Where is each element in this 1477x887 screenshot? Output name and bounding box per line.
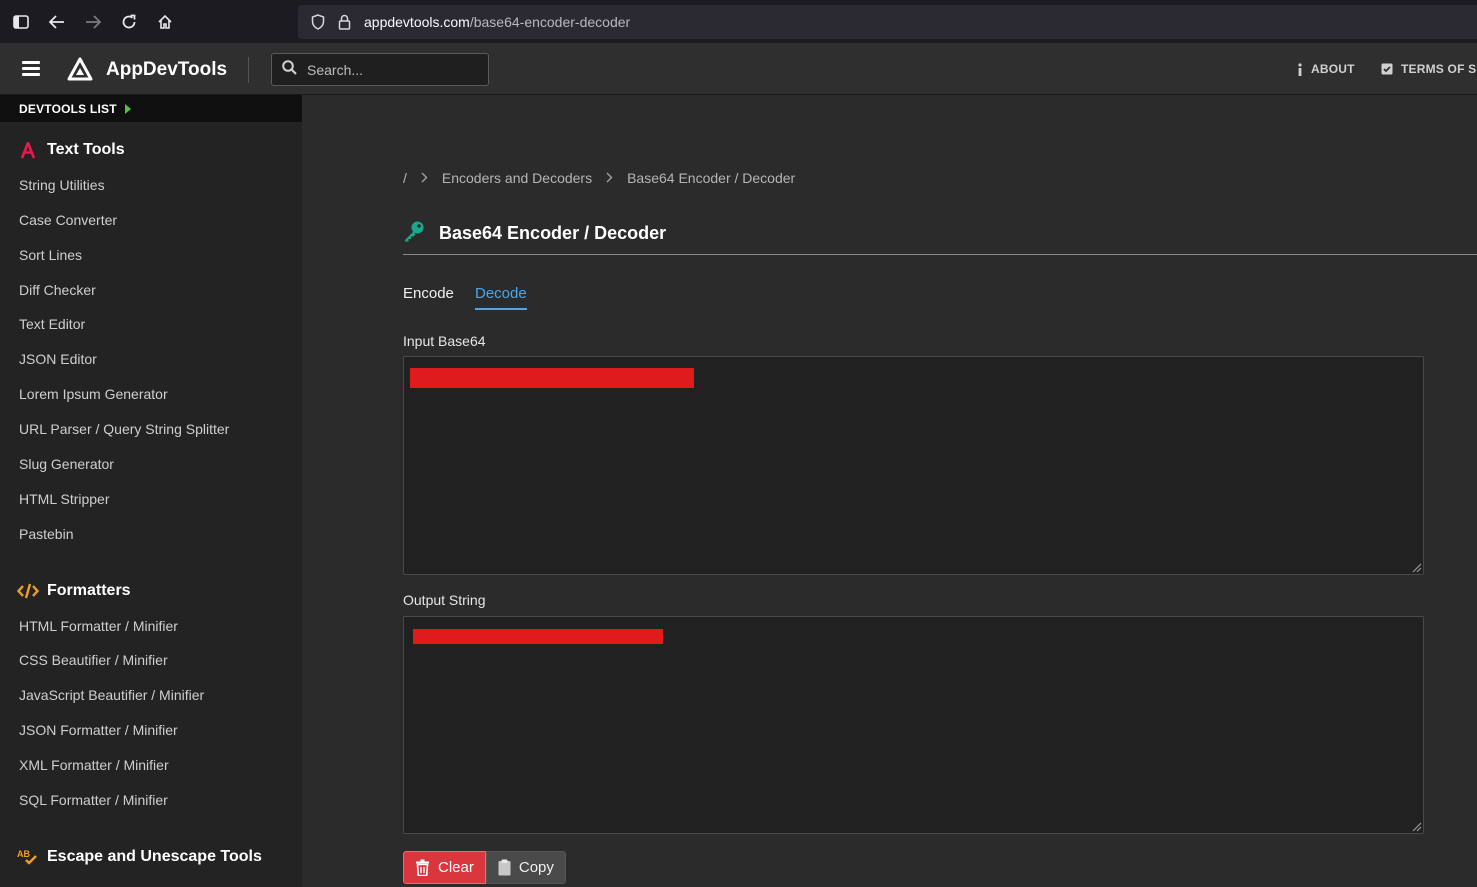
sidebar-item-html-formatter[interactable]: HTML Formatter / Minifier (19, 618, 178, 634)
checkbox-icon (1381, 63, 1393, 75)
sidebar-item-lorem-ipsum[interactable]: Lorem Ipsum Generator (19, 386, 168, 402)
breadcrumb-encoders-decoders[interactable]: Encoders and Decoders (442, 170, 592, 186)
sidebar-item-url-parser[interactable]: URL Parser / Query String Splitter (19, 421, 229, 437)
sidebar-item-sort-lines[interactable]: Sort Lines (19, 247, 82, 263)
svg-text:AB: AB (17, 849, 30, 859)
terms-link[interactable]: TERMS OF S (1381, 62, 1476, 76)
url-text[interactable]: appdevtools.com/base64-encoder-decoder (364, 14, 630, 30)
devtools-list-label: DEVTOOLS LIST (19, 101, 117, 116)
section-text-tools[interactable]: Text Tools (16, 141, 125, 159)
shield-icon[interactable] (308, 12, 328, 32)
output-label: Output String (403, 592, 486, 608)
resize-grip-icon[interactable] (1410, 820, 1422, 832)
clipboard-icon (498, 859, 511, 876)
input-label: Input Base64 (403, 333, 486, 349)
header-divider (248, 57, 249, 83)
sidebar-item-json-formatter[interactable]: JSON Formatter / Minifier (19, 722, 178, 738)
sidebar-toggle-icon[interactable] (3, 0, 39, 43)
tab-decode[interactable]: Decode (475, 285, 527, 310)
sidebar-item-diff-checker[interactable]: Diff Checker (19, 282, 96, 298)
sidebar-item-pastebin[interactable]: Pastebin (19, 526, 73, 542)
sidebar-item-css-beautifier[interactable]: CSS Beautifier / Minifier (19, 652, 168, 668)
trash-icon (415, 859, 430, 876)
tab-encode[interactable]: Encode (403, 285, 454, 308)
caret-right-icon (124, 103, 131, 114)
sidebar-item-case-converter[interactable]: Case Converter (19, 212, 117, 228)
title-divider (403, 254, 1477, 255)
sidebar-item-json-editor[interactable]: JSON Editor (19, 351, 97, 367)
section-escape-unescape[interactable]: AB Escape and Unescape Tools (16, 848, 262, 866)
sidebar-item-html-stripper[interactable]: HTML Stripper (19, 491, 110, 507)
breadcrumb: / Encoders and Decoders Base64 Encoder /… (403, 170, 795, 186)
brand-name[interactable]: AppDevTools (106, 59, 227, 81)
sidebar-item-string-utilities[interactable]: String Utilities (19, 177, 105, 193)
address-bar[interactable]: appdevtools.com/base64-encoder-decoder (298, 5, 1477, 39)
sidebar-item-xml-formatter[interactable]: XML Formatter / Minifier (19, 757, 169, 773)
redacted-output-text (413, 629, 663, 644)
clear-button[interactable]: Clear (403, 851, 486, 884)
url-path: /base64-encoder-decoder (469, 14, 631, 30)
search-box[interactable] (271, 53, 489, 86)
terms-label: TERMS OF S (1401, 62, 1477, 76)
section-title: Escape and Unescape Tools (47, 848, 262, 865)
sidebar-item-text-editor[interactable]: Text Editor (19, 316, 85, 332)
breadcrumb-home[interactable]: / (403, 170, 407, 186)
redacted-input-text (410, 368, 694, 388)
search-icon (282, 59, 297, 80)
title-row: Base64 Encoder / Decoder (403, 220, 666, 247)
reload-icon[interactable] (111, 0, 147, 43)
app-header: AppDevTools ABOUT TERMS OF S (0, 43, 1477, 95)
output-string-textarea[interactable] (403, 616, 1424, 834)
font-a-icon (16, 141, 40, 159)
breadcrumb-current: Base64 Encoder / Decoder (627, 170, 796, 186)
info-icon (1297, 62, 1303, 76)
input-base64-textarea[interactable] (403, 356, 1424, 575)
back-arrow-icon[interactable] (39, 0, 75, 43)
about-link[interactable]: ABOUT (1297, 62, 1355, 76)
lock-icon[interactable] (334, 12, 354, 32)
appdevtools-logo-icon[interactable] (67, 57, 93, 81)
chevron-right-icon (421, 170, 428, 186)
key-icon (403, 220, 425, 247)
sidebar-item-js-beautifier[interactable]: JavaScript Beautifier / Minifier (19, 687, 204, 703)
copy-button[interactable]: Copy (485, 851, 566, 884)
hamburger-menu-icon[interactable] (22, 61, 40, 77)
code-brackets-icon (16, 583, 40, 599)
sidebar-item-sql-formatter[interactable]: SQL Formatter / Minifier (19, 792, 168, 808)
search-input[interactable] (307, 61, 467, 78)
clear-label: Clear (438, 859, 474, 876)
section-title: Formatters (47, 582, 131, 599)
section-title: Text Tools (47, 141, 125, 158)
main-content: / Encoders and Decoders Base64 Encoder /… (302, 95, 1477, 887)
spellcheck-icon: AB (16, 848, 40, 866)
browser-toolbar: appdevtools.com/base64-encoder-decoder (0, 0, 1477, 43)
resize-grip-icon[interactable] (1410, 561, 1422, 573)
about-label: ABOUT (1311, 62, 1355, 76)
url-host: appdevtools.com (364, 14, 470, 30)
page-title: Base64 Encoder / Decoder (439, 223, 667, 243)
copy-label: Copy (518, 859, 554, 876)
home-icon[interactable] (147, 0, 183, 43)
section-formatters[interactable]: Formatters (16, 582, 131, 600)
chevron-right-icon (606, 170, 613, 186)
sidebar-item-slug-generator[interactable]: Slug Generator (19, 456, 114, 472)
sidebar: DEVTOOLS LIST Text Tools String Utilitie… (0, 95, 302, 887)
devtools-list-toggle[interactable]: DEVTOOLS LIST (0, 95, 302, 122)
action-buttons: Clear Copy (403, 851, 566, 884)
forward-arrow-icon[interactable] (75, 0, 111, 43)
